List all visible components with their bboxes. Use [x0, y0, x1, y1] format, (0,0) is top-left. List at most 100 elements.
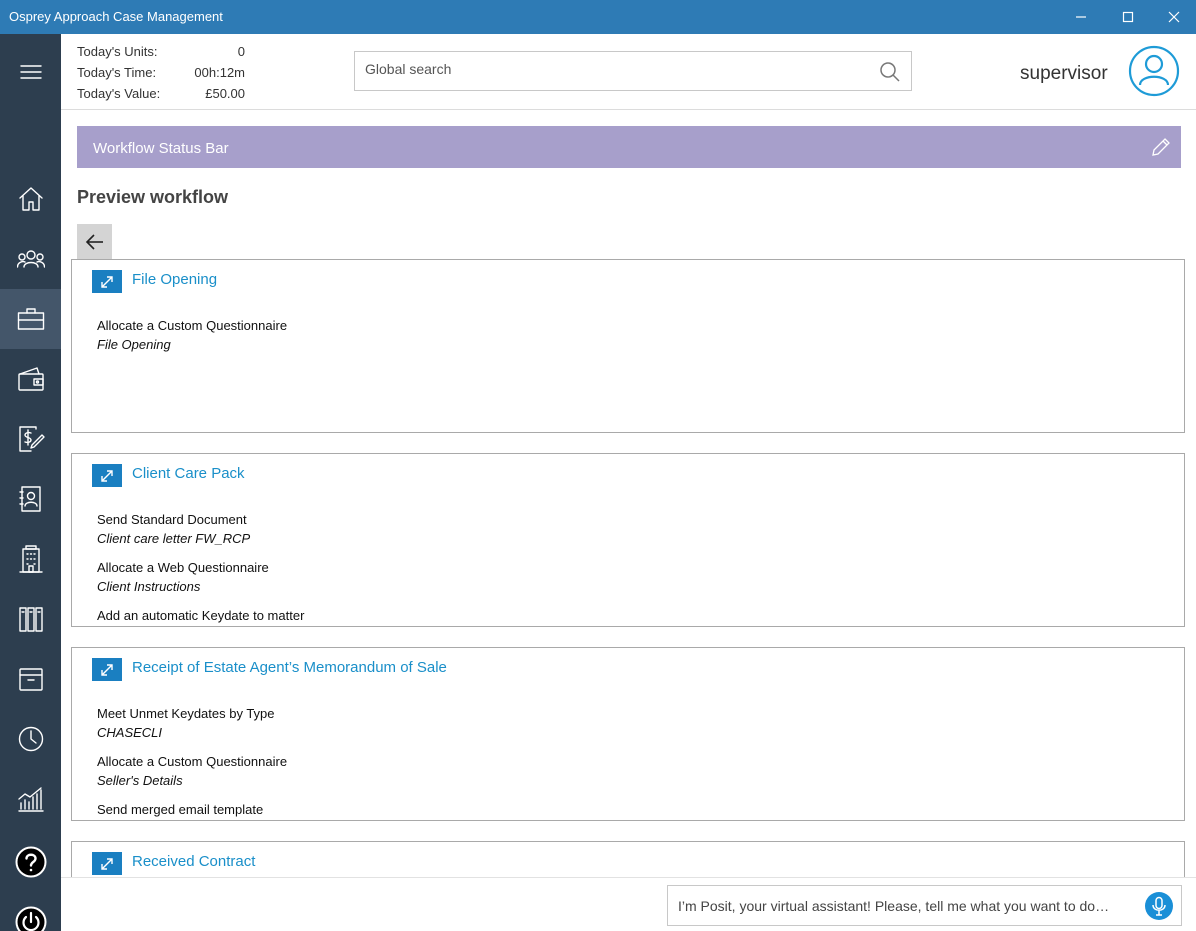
arrow-left-icon — [85, 233, 103, 250]
maximize-icon — [1122, 11, 1134, 23]
sidebar-item-matters[interactable] — [0, 289, 61, 349]
stat-value-row: Today's Value: £50.00 — [77, 84, 257, 105]
action-name: Allocate a Custom Questionnaire — [97, 754, 288, 769]
workflow-stage-card: File Opening Allocate a Custom Questionn… — [71, 259, 1185, 433]
expand-stage-button[interactable] — [92, 852, 122, 875]
help-icon — [15, 846, 46, 878]
global-search-input[interactable] — [365, 61, 865, 77]
sidebar-item-clients[interactable] — [0, 229, 61, 289]
stage-action: Allocate a Custom Questionnaire Seller's… — [97, 752, 1164, 790]
search-button[interactable] — [879, 61, 901, 88]
user-avatar-button[interactable] — [1128, 45, 1180, 97]
expand-icon — [101, 663, 113, 676]
action-name: Add an automatic Keydate to matter — [97, 608, 305, 623]
stage-action: Add an automatic Keydate to matter — [97, 606, 1164, 625]
global-search-box — [354, 51, 912, 91]
stage-actions: Allocate a Custom Questionnaire File Ope… — [97, 316, 1164, 364]
sidebar-menu-toggle[interactable] — [0, 42, 61, 102]
action-name: Allocate a Custom Questionnaire — [97, 318, 288, 333]
stage-title[interactable]: Received Contract — [132, 853, 255, 870]
stat-value: 0 — [237, 44, 245, 59]
sidebar-item-billing[interactable] — [0, 409, 61, 469]
sidebar-item-contacts[interactable] — [0, 469, 61, 529]
expand-stage-button[interactable] — [92, 464, 122, 487]
hamburger-menu-icon — [19, 65, 42, 79]
edit-workflow-button[interactable] — [1151, 137, 1171, 162]
action-name: Meet Unmet Keydates by Type — [97, 706, 275, 721]
clock-icon — [18, 726, 43, 752]
action-detail: CHASECLI — [97, 725, 163, 740]
sidebar-item-home[interactable] — [0, 169, 61, 229]
action-name: Send merged email template — [97, 802, 264, 817]
stat-label: Today's Time: — [77, 65, 157, 80]
briefcase-icon — [17, 308, 44, 330]
back-button[interactable] — [77, 224, 112, 259]
action-detail: Client Instructions — [97, 579, 201, 594]
stage-action: Allocate a Custom Questionnaire File Ope… — [97, 316, 1164, 354]
maximize-button[interactable] — [1105, 0, 1151, 34]
sidebar-item-companies[interactable] — [0, 529, 61, 589]
title-bar: Osprey Approach Case Management — [0, 0, 1196, 34]
expand-stage-button[interactable] — [92, 270, 122, 293]
stat-value: £50.00 — [205, 86, 245, 101]
stage-title[interactable]: Receipt of Estate Agent’s Memorandum of … — [132, 659, 447, 676]
user-avatar-icon — [1128, 45, 1180, 97]
contacts-icon — [18, 486, 41, 512]
sidebar-item-logout[interactable] — [0, 892, 61, 931]
today-stats: Today's Units: 0 Today's Time: 00h:12m T… — [77, 42, 257, 105]
workflow-stage-card: Receipt of Estate Agent’s Memorandum of … — [71, 647, 1185, 821]
chart-icon — [17, 787, 44, 812]
archive-icon — [18, 668, 43, 691]
minimize-button[interactable] — [1058, 0, 1104, 34]
action-name: Allocate a Web Questionnaire — [97, 560, 269, 575]
action-name: Send Standard Document — [97, 512, 247, 527]
action-detail: File Opening — [97, 337, 171, 352]
files-icon — [18, 607, 43, 632]
page-title: Preview workflow — [77, 187, 229, 207]
virtual-assistant-box — [667, 885, 1182, 926]
sidebar-item-time[interactable] — [0, 709, 61, 769]
header: Today's Units: 0 Today's Time: 00h:12m T… — [61, 34, 1196, 110]
microphone-icon — [1152, 896, 1166, 916]
pencil-icon — [1152, 138, 1170, 156]
workflow-status-bar-title: Workflow Status Bar — [93, 140, 229, 157]
expand-stage-button[interactable] — [92, 658, 122, 681]
building-icon — [18, 545, 43, 573]
wallet-icon — [17, 367, 44, 391]
stage-title[interactable]: File Opening — [132, 271, 217, 288]
people-icon — [16, 250, 45, 268]
sidebar-item-reports[interactable] — [0, 769, 61, 829]
stage-actions: Meet Unmet Keydates by Type CHASECLI All… — [97, 704, 1164, 820]
stat-units: Today's Units: 0 — [77, 42, 257, 63]
stat-value: 00h:12m — [194, 65, 245, 80]
stage-actions: Send Standard Document Client care lette… — [97, 510, 1164, 626]
stage-action: Send Standard Document Client care lette… — [97, 510, 1164, 548]
stage-action: Send merged email template — [97, 800, 1164, 819]
sidebar-item-files[interactable] — [0, 589, 61, 649]
search-icon — [880, 62, 900, 82]
window-title: Osprey Approach Case Management — [9, 9, 223, 24]
sidebar-item-help[interactable] — [0, 832, 61, 892]
home-icon — [18, 187, 43, 211]
close-icon — [1168, 11, 1180, 23]
voice-input-button[interactable] — [1145, 892, 1173, 920]
stat-time: Today's Time: 00h:12m — [77, 63, 257, 84]
workflow-stage-card: Client Care Pack Send Standard Document … — [71, 453, 1185, 627]
virtual-assistant-input[interactable] — [678, 898, 1118, 914]
expand-icon — [101, 857, 113, 870]
sidebar-nav — [0, 34, 61, 931]
stage-title[interactable]: Client Care Pack — [132, 465, 245, 482]
minimize-icon — [1076, 16, 1086, 18]
close-button[interactable] — [1151, 0, 1196, 34]
stage-action: Meet Unmet Keydates by Type CHASECLI — [97, 704, 1164, 742]
sidebar-item-archive[interactable] — [0, 649, 61, 709]
username: supervisor — [1020, 63, 1108, 84]
stat-label: Today's Value: — [77, 86, 161, 101]
expand-icon — [101, 469, 113, 482]
workflow-status-bar: Workflow Status Bar — [77, 126, 1181, 168]
action-detail: Seller's Details — [97, 773, 183, 788]
sidebar-item-accounts[interactable] — [0, 349, 61, 409]
expand-icon — [101, 275, 113, 288]
power-icon — [15, 906, 46, 931]
stage-action: Allocate a Web Questionnaire Client Inst… — [97, 558, 1164, 596]
